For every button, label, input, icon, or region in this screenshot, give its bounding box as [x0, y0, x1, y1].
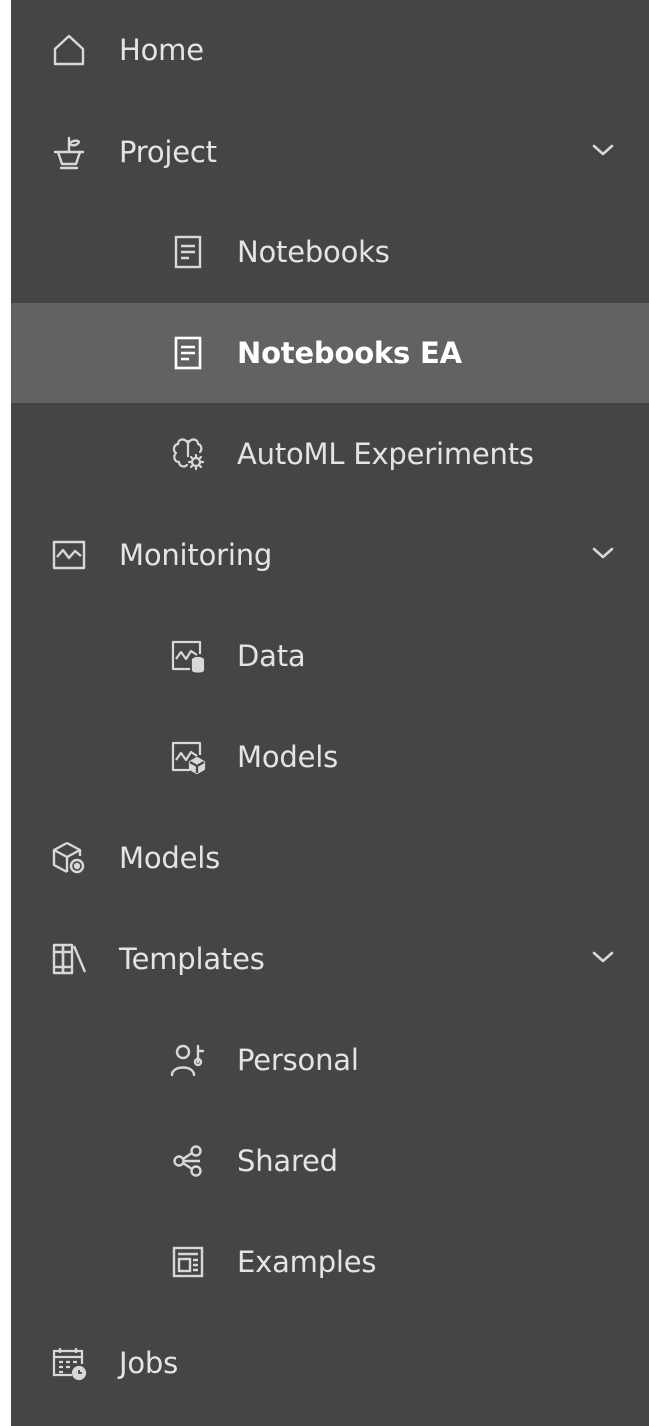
chevron-down-icon[interactable]: [591, 541, 615, 565]
share-icon: [170, 1143, 206, 1179]
nav-item-project[interactable]: Project: [11, 102, 649, 202]
person-icon: [170, 1042, 206, 1078]
nav-label: Models: [237, 740, 338, 774]
notebook-icon: [170, 234, 206, 270]
nav-label: Personal: [237, 1043, 359, 1077]
nav-item-templates-shared[interactable]: Shared: [11, 1111, 649, 1211]
chevron-down-icon[interactable]: [591, 138, 615, 162]
cube-icon: [51, 840, 87, 876]
home-icon: [51, 32, 87, 68]
nav-label: Shared: [237, 1144, 338, 1178]
nav-item-models[interactable]: Models: [11, 808, 649, 908]
sidebar-nav: Home Project Notebooks Notebooks EA Auto…: [11, 0, 649, 1426]
chart-database-icon: [170, 638, 206, 674]
nav-item-monitoring-data[interactable]: Data: [11, 606, 649, 706]
nav-item-templates-examples[interactable]: Examples: [11, 1212, 649, 1312]
layout-icon: [170, 1244, 206, 1280]
nav-label: Notebooks: [237, 235, 390, 269]
nav-label: AutoML Experiments: [237, 437, 534, 471]
chevron-down-icon[interactable]: [591, 945, 615, 969]
nav-label: Notebooks EA: [237, 336, 462, 370]
nav-label: Monitoring: [119, 538, 273, 572]
nav-label: Examples: [237, 1245, 377, 1279]
brain-gear-icon: [170, 436, 206, 472]
nav-label: Data: [237, 639, 306, 673]
nav-label: Jobs: [119, 1346, 179, 1380]
chart-icon: [51, 537, 87, 573]
nav-item-notebooks[interactable]: Notebooks: [11, 202, 649, 302]
nav-item-templates[interactable]: Templates: [11, 909, 649, 1009]
plant-icon: [51, 134, 87, 170]
nav-item-monitoring[interactable]: Monitoring: [11, 505, 649, 605]
nav-label: Templates: [119, 942, 265, 976]
nav-item-jobs[interactable]: Jobs: [11, 1313, 649, 1413]
nav-label: Home: [119, 33, 204, 67]
library-icon: [51, 941, 87, 977]
calendar-clock-icon: [51, 1345, 87, 1381]
nav-item-templates-personal[interactable]: Personal: [11, 1010, 649, 1110]
nav-item-monitoring-models[interactable]: Models: [11, 707, 649, 807]
nav-label: Models: [119, 841, 220, 875]
nav-item-home[interactable]: Home: [11, 0, 649, 100]
notebook-icon: [170, 335, 206, 371]
nav-item-automl-experiments[interactable]: AutoML Experiments: [11, 404, 649, 504]
nav-item-notebooks-ea[interactable]: Notebooks EA: [11, 303, 649, 403]
chart-cube-icon: [170, 739, 206, 775]
nav-label: Project: [119, 135, 217, 169]
